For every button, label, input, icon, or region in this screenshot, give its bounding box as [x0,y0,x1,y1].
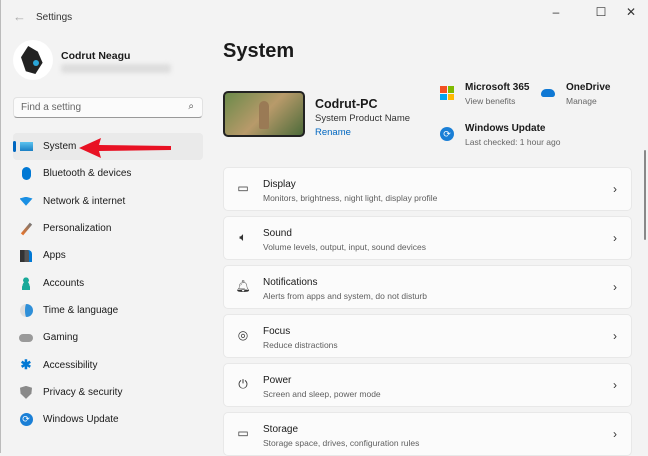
sidebar-item-label: Apps [43,250,66,262]
user-name: Codrut Neagu [61,50,131,62]
onedrive-tile[interactable]: OneDrive Manage [541,82,611,106]
update-icon: ⟳ [19,413,33,427]
accounts-icon [19,276,33,290]
device-wallpaper-thumbnail [223,91,305,137]
sidebar-item-windows-update[interactable]: ⟳ Windows Update [13,406,203,433]
user-email-blurred [61,64,171,73]
time-icon [19,303,33,317]
rename-link[interactable]: Rename [315,127,351,138]
card-title: Sound [263,228,292,239]
sidebar-item-label: Bluetooth & devices [43,168,132,180]
tile-title: Windows Update [465,123,546,134]
card-subtitle: Reduce distractions [263,340,338,350]
sidebar-item-network[interactable]: Network & internet [13,188,203,215]
page-title: System [223,40,295,62]
scrollbar[interactable] [644,150,646,240]
app-title: Settings [36,12,73,23]
sidebar-item-accounts[interactable]: Accounts [13,269,203,296]
search-placeholder: Find a setting [21,102,82,113]
shield-icon [19,385,33,399]
settings-card-power[interactable]: ⏻ Power Screen and sleep, power mode › [223,363,632,407]
storage-icon: ▭ [237,426,249,440]
card-title: Display [263,179,296,190]
sidebar-item-privacy[interactable]: Privacy & security [13,379,203,406]
sidebar-item-label: Gaming [43,332,79,344]
settings-card-notifications[interactable]: 🔔︎ Notifications Alerts from apps and sy… [223,265,632,309]
avatar[interactable] [13,40,53,80]
card-subtitle: Storage space, drives, configuration rul… [263,438,420,448]
red-arrow-annotation [79,138,171,158]
sound-icon: 🔈︎ [239,230,247,244]
card-subtitle: Screen and sleep, power mode [263,389,381,399]
title-bar: ← Settings – ☐ ✕ [1,0,648,34]
sidebar-item-label: Privacy & security [43,386,123,398]
sidebar-nav: System Bluetooth & devices Network & int… [13,133,203,433]
chevron-right-icon: › [613,182,617,196]
settings-card-sound[interactable]: 🔈︎ Sound Volume levels, output, input, s… [223,216,632,260]
wifi-icon [19,194,33,208]
search-icon: ⌕ [188,101,194,112]
sidebar-item-apps[interactable]: Apps [13,242,203,269]
sidebar-item-accessibility[interactable]: ✱ Accessibility [13,351,203,378]
tile-subtitle: Last checked: 1 hour ago [465,137,561,147]
accessibility-icon: ✱ [20,357,32,373]
microsoft-365-tile[interactable]: Microsoft 365 View benefits [440,82,530,106]
tile-subtitle: Manage [566,96,597,106]
settings-card-storage[interactable]: ▭ Storage Storage space, drives, configu… [223,412,632,456]
close-button[interactable]: ✕ [616,5,646,19]
chevron-right-icon: › [613,280,617,294]
onedrive-icon [541,89,555,97]
card-title: Focus [263,326,291,337]
sidebar-item-personalization[interactable]: Personalization [13,215,203,242]
card-title: Power [263,375,292,386]
gaming-icon [19,331,33,345]
tile-title: OneDrive [566,82,611,93]
device-model: System Product Name [315,113,411,124]
sidebar-item-label: Time & language [43,304,119,316]
sidebar-item-label: System [43,141,77,153]
update-icon: ⟳ [440,127,454,141]
chevron-right-icon: › [613,329,617,343]
notifications-icon: 🔔︎ [235,279,251,293]
settings-card-focus[interactable]: ◎ Focus Reduce distractions › [223,314,632,358]
apps-icon [19,249,33,263]
minimize-button[interactable]: – [541,5,571,19]
settings-window: ← Settings – ☐ ✕ Codrut Neagu Find a set… [0,0,648,456]
chevron-right-icon: › [613,378,617,392]
brush-icon [19,222,33,236]
focus-icon: ◎ [237,328,249,342]
search-input[interactable]: Find a setting ⌕ [13,97,203,118]
sidebar-item-time-language[interactable]: Time & language [13,297,203,324]
device-name: Codrut-PC [315,97,378,111]
display-icon: ▭ [237,181,249,195]
card-title: Storage [263,424,299,435]
bluetooth-icon [19,167,33,181]
power-icon: ⏻ [238,377,248,391]
card-subtitle: Monitors, brightness, night light, displ… [263,193,438,203]
back-button[interactable]: ← [13,9,26,24]
sidebar-item-label: Personalization [43,223,112,235]
sidebar-item-gaming[interactable]: Gaming [13,324,203,351]
chevron-right-icon: › [613,231,617,245]
tile-title: Microsoft 365 [465,82,530,93]
card-subtitle: Alerts from apps and system, do not dist… [263,291,427,301]
system-icon [19,140,33,154]
sidebar-item-label: Accessibility [43,359,98,371]
sidebar-item-label: Windows Update [43,414,119,426]
windows-update-tile[interactable]: ⟳ Windows Update Last checked: 1 hour ag… [440,123,561,147]
sidebar-item-bluetooth[interactable]: Bluetooth & devices [13,160,203,187]
card-title: Notifications [263,277,318,288]
microsoft-365-icon [440,86,454,100]
chevron-right-icon: › [613,427,617,441]
maximize-button[interactable]: ☐ [586,5,616,19]
settings-card-display[interactable]: ▭ Display Monitors, brightness, night li… [223,167,632,211]
card-subtitle: Volume levels, output, input, sound devi… [263,242,427,252]
sidebar-item-label: Network & internet [43,195,126,207]
sidebar-item-label: Accounts [43,277,85,289]
tile-subtitle: View benefits [465,96,516,106]
